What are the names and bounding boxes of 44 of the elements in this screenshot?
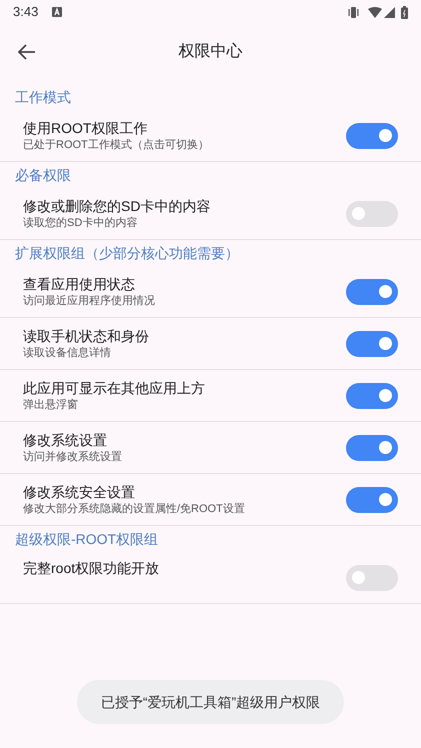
permission-row[interactable]: 此应用可显示在其他应用上方 弹出悬浮窗 <box>0 370 421 422</box>
permission-description: 已处于ROOT工作模式（点击可切换） <box>23 138 210 152</box>
wifi-icon <box>368 6 382 18</box>
permission-row[interactable]: 完整root权限功能开放 <box>0 552 421 604</box>
toggle-switch[interactable] <box>346 486 398 512</box>
section-header: 工作模式 <box>15 88 71 107</box>
permission-row[interactable]: 读取手机状态和身份 读取设备信息详情 <box>0 318 421 370</box>
permission-description: 访问最近应用程序使用情况 <box>23 294 156 308</box>
permission-title: 修改或删除您的SD卡中的内容 <box>23 196 212 216</box>
toggle-switch[interactable] <box>346 382 398 408</box>
toast-message: 已授予“爱玩机工具箱”超级用户权限 <box>76 680 344 724</box>
permission-row[interactable]: 使用ROOT权限工作 已处于ROOT工作模式（点击可切换） <box>0 110 421 162</box>
status-time: 3:43 <box>13 3 38 22</box>
permission-description: 读取设备信息详情 <box>23 346 112 360</box>
permission-description: 访问并修改系统设置 <box>23 450 123 464</box>
permission-description: 读取您的SD卡中的内容 <box>23 216 138 230</box>
vibrate-icon <box>347 6 360 18</box>
page-title: 权限中心 <box>178 42 242 62</box>
permission-row[interactable]: 修改系统安全设置 修改大部分系统隐藏的设置属性/免ROOT设置 <box>0 474 421 526</box>
signal-icon <box>384 6 395 18</box>
toggle-switch[interactable] <box>346 434 398 460</box>
back-arrow-icon <box>18 44 36 60</box>
permission-title: 修改系统设置 <box>23 430 108 450</box>
permission-description: 修改大部分系统隐藏的设置属性/免ROOT设置 <box>23 502 246 516</box>
toggle-switch[interactable] <box>346 278 398 304</box>
section-header: 超级权限-ROOT权限组 <box>15 530 158 549</box>
permission-row[interactable]: 修改或删除您的SD卡中的内容 读取您的SD卡中的内容 <box>0 188 421 240</box>
toggle-switch[interactable] <box>346 200 398 226</box>
permission-title: 修改系统安全设置 <box>23 482 136 502</box>
permission-description: 弹出悬浮窗 <box>23 398 79 412</box>
toggle-switch[interactable] <box>346 564 398 590</box>
permission-title: 此应用可显示在其他应用上方 <box>23 378 206 398</box>
section-header: 必备权限 <box>15 166 71 185</box>
permission-row[interactable]: 查看应用使用状态 访问最近应用程序使用情况 <box>0 266 421 318</box>
section-header: 扩展权限组（少部分核心功能需要） <box>15 244 239 263</box>
battery-icon <box>401 6 408 18</box>
permission-title: 使用ROOT权限工作 <box>23 118 148 138</box>
permission-title: 完整root权限功能开放 <box>23 559 160 578</box>
notification-icon <box>52 7 62 17</box>
permission-title: 读取手机状态和身份 <box>23 326 150 346</box>
toggle-switch[interactable] <box>346 122 398 148</box>
permission-row[interactable]: 修改系统设置 访问并修改系统设置 <box>0 422 421 474</box>
permission-title: 查看应用使用状态 <box>23 274 136 294</box>
toggle-switch[interactable] <box>346 330 398 356</box>
